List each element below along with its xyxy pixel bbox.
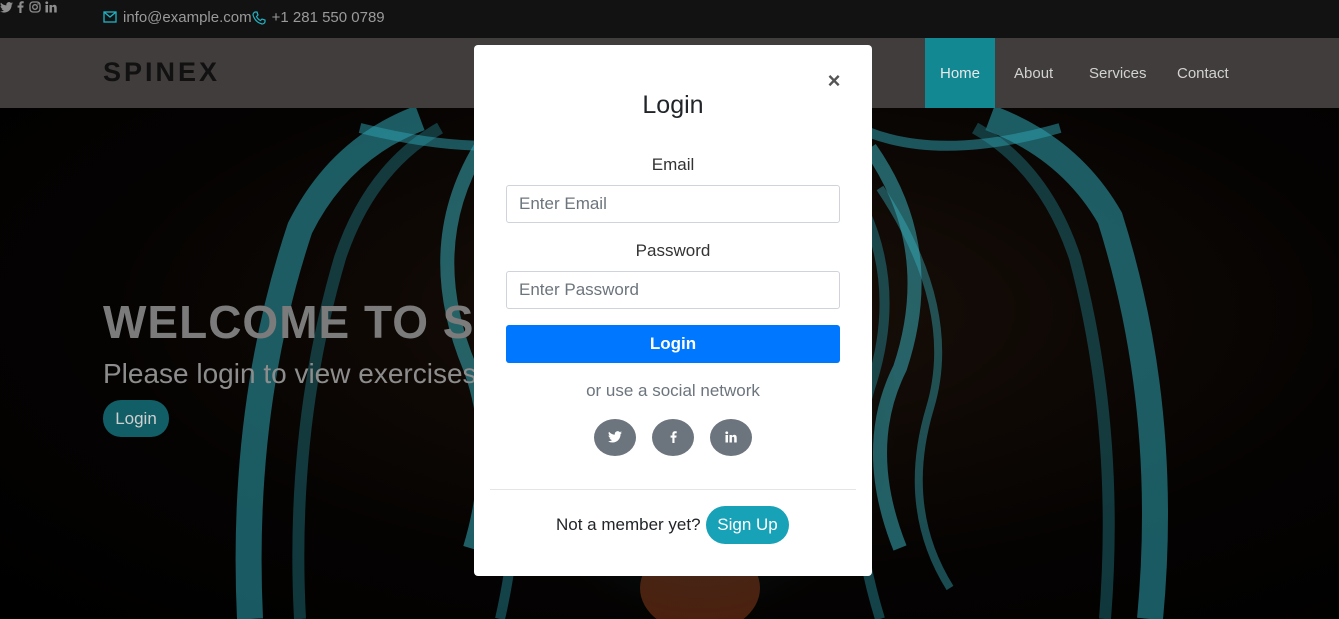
twitter-login-button[interactable]: [594, 419, 636, 456]
close-icon[interactable]: ×: [825, 69, 843, 93]
modal-divider: [490, 489, 856, 490]
login-modal: × Login Email Password Login or use a so…: [474, 45, 872, 576]
email-label: Email: [651, 155, 695, 174]
facebook-icon: [670, 431, 677, 443]
login-button[interactable]: Login: [506, 325, 840, 363]
password-field[interactable]: [506, 271, 840, 309]
linkedin-login-button[interactable]: [710, 419, 752, 456]
twitter-icon: [608, 431, 622, 443]
social-network-text: or use a social network: [586, 381, 760, 400]
email-field[interactable]: [506, 185, 840, 223]
facebook-login-button[interactable]: [652, 419, 694, 456]
linkedin-icon: [725, 431, 737, 443]
not-member-text: Not a member yet?: [556, 515, 701, 534]
password-label: Password: [635, 241, 711, 260]
modal-title: Login: [642, 91, 704, 119]
signup-button[interactable]: Sign Up: [706, 506, 789, 544]
